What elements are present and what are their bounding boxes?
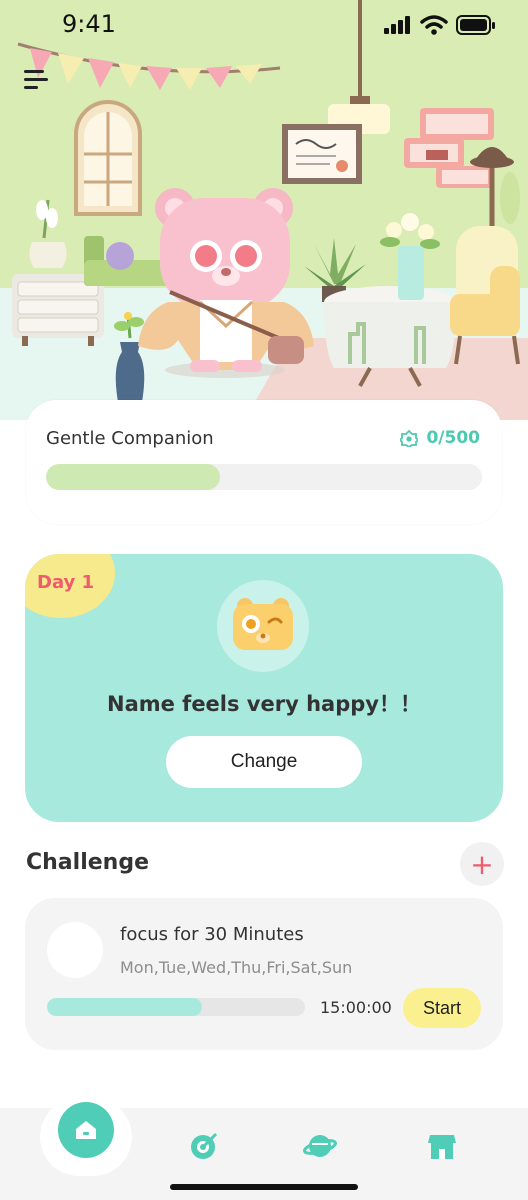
day-card: Day 1 Name feels very happy！！ Change — [25, 554, 503, 822]
companion-score-value: 0/500 — [426, 428, 480, 448]
hero-room-scene — [0, 0, 528, 420]
companion-label: Gentle Companion — [46, 428, 214, 449]
plus-icon: + — [470, 847, 494, 881]
task-icon-placeholder — [47, 922, 103, 978]
task-progress-bar — [47, 998, 305, 1016]
target-icon — [191, 1132, 218, 1159]
tab-planet[interactable] — [302, 1128, 338, 1164]
tab-home[interactable] — [58, 1102, 114, 1158]
challenge-title: Challenge — [26, 850, 149, 875]
home-indicator — [170, 1184, 358, 1190]
tab-shop[interactable] — [424, 1128, 460, 1164]
companion-progress-fill — [46, 464, 221, 490]
day-label: Day 1 — [37, 572, 95, 593]
task-days: Mon,Tue,Wed,Thu,Fri,Sat,Sun — [120, 958, 353, 977]
winking-bear-icon — [233, 598, 293, 650]
menu-icon-line — [24, 86, 38, 89]
companion-score: 0/500 — [400, 428, 480, 448]
tab-target[interactable] — [186, 1128, 222, 1164]
task-time: 15:00:00 — [320, 998, 392, 1017]
menu-icon-line — [24, 70, 44, 73]
wifi-icon — [420, 15, 448, 35]
add-challenge-button[interactable]: + — [460, 842, 504, 886]
status-time: 9:41 — [62, 10, 116, 38]
mood-avatar — [217, 580, 309, 672]
table-flower-vase — [380, 213, 440, 300]
battery-icon — [456, 15, 495, 35]
shop-icon — [428, 1135, 456, 1159]
bear-character — [138, 188, 314, 378]
wall-certificate — [282, 124, 362, 184]
menu-button[interactable] — [24, 70, 50, 92]
mood-message: Name feels very happy！！ — [107, 692, 421, 716]
companion-card: Gentle Companion 0/500 — [26, 400, 502, 524]
armchair — [450, 226, 520, 365]
start-button[interactable]: Start — [403, 988, 481, 1028]
change-button[interactable]: Change — [166, 736, 362, 788]
leaf-badge-icon — [400, 429, 419, 447]
coat-rack — [470, 147, 520, 230]
task-title: focus for 30 Minutes — [120, 924, 304, 945]
home-icon — [76, 1121, 96, 1139]
menu-icon-line — [24, 78, 48, 81]
signal-icon — [384, 16, 410, 34]
planet-icon — [303, 1135, 337, 1157]
challenge-card[interactable]: focus for 30 Minutes Mon,Tue,Wed,Thu,Fri… — [25, 898, 503, 1050]
companion-progress-bar — [46, 464, 482, 490]
task-progress-fill — [47, 998, 202, 1016]
